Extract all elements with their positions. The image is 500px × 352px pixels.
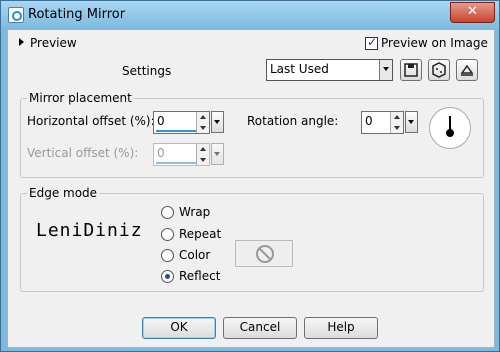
horizontal-offset-value: 0 bbox=[157, 114, 165, 128]
dial-center-icon bbox=[446, 129, 454, 137]
rotation-dial[interactable] bbox=[429, 107, 471, 149]
randomize-button[interactable] bbox=[428, 59, 450, 81]
dialog-window: Rotating Mirror ✕ Preview ✓ Preview on I… bbox=[0, 0, 500, 352]
spin-arrows-icon[interactable] bbox=[196, 112, 209, 133]
title-bar[interactable]: Rotating Mirror ✕ bbox=[1, 1, 499, 28]
settings-label: Settings bbox=[122, 64, 172, 78]
save-icon bbox=[404, 63, 418, 77]
rotation-angle-input[interactable]: 0 bbox=[361, 111, 404, 134]
edge-mode-wrap-radio[interactable] bbox=[161, 206, 174, 219]
dialog-body: Preview ✓ Preview on Image Settings Last… bbox=[7, 29, 495, 348]
slider-bar[interactable] bbox=[156, 130, 196, 132]
chevron-down-icon[interactable] bbox=[379, 60, 392, 80]
preview-on-image-checkbox[interactable]: ✓ bbox=[365, 35, 378, 50]
close-button[interactable]: ✕ bbox=[450, 2, 495, 23]
rotation-angle-label: Rotation angle: bbox=[247, 114, 339, 128]
spin-arrows-icon[interactable] bbox=[196, 144, 209, 165]
save-preset-button[interactable] bbox=[400, 59, 422, 81]
reset-icon bbox=[460, 64, 474, 76]
edge-mode-reflect-radio[interactable] bbox=[161, 270, 174, 283]
edge-mode-group: Edge mode Wrap Repeat Color Reflect bbox=[20, 186, 484, 292]
spin-arrows-icon[interactable] bbox=[390, 112, 403, 133]
vertical-offset-value: 0 bbox=[157, 146, 165, 160]
expand-arrow-icon[interactable] bbox=[19, 38, 24, 46]
slider-bar[interactable] bbox=[156, 162, 196, 164]
ok-button[interactable]: OK bbox=[142, 317, 216, 339]
checkmark-icon: ✓ bbox=[367, 35, 378, 49]
window-title: Rotating Mirror bbox=[28, 7, 126, 22]
edge-color-swatch[interactable] bbox=[235, 240, 293, 267]
vertical-offset-dropdown[interactable] bbox=[211, 143, 224, 165]
edge-mode-color-radio[interactable] bbox=[161, 249, 174, 262]
preview-toggle-label[interactable]: Preview bbox=[30, 36, 77, 50]
help-button[interactable]: Help bbox=[304, 317, 378, 339]
horizontal-offset-input[interactable]: 0 bbox=[153, 111, 210, 134]
vertical-offset-label: Vertical offset (%): bbox=[27, 146, 139, 160]
horizontal-offset-dropdown[interactable] bbox=[211, 111, 224, 133]
rotation-angle-dropdown[interactable] bbox=[405, 111, 418, 133]
app-icon bbox=[8, 7, 24, 23]
signature-logo: LeniDiniz bbox=[36, 220, 143, 241]
mirror-placement-legend: Mirror placement bbox=[27, 91, 134, 105]
vertical-offset-input[interactable]: 0 bbox=[153, 143, 210, 166]
settings-select[interactable]: Last Used bbox=[266, 59, 393, 81]
no-color-icon bbox=[256, 245, 274, 263]
horizontal-offset-label: Horizontal offset (%): bbox=[27, 114, 155, 128]
settings-select-value: Last Used bbox=[270, 62, 329, 76]
reset-button[interactable] bbox=[456, 59, 478, 81]
rotation-angle-value: 0 bbox=[365, 114, 373, 128]
cancel-button[interactable]: Cancel bbox=[223, 317, 297, 339]
edge-mode-repeat-label[interactable]: Repeat bbox=[179, 227, 221, 241]
edge-mode-color-label[interactable]: Color bbox=[179, 248, 210, 262]
cube-icon bbox=[432, 62, 446, 78]
mirror-placement-group: Mirror placement Horizontal offset (%): … bbox=[20, 91, 484, 178]
edge-mode-reflect-label[interactable]: Reflect bbox=[179, 269, 220, 283]
edge-mode-legend: Edge mode bbox=[27, 186, 100, 200]
preview-on-image-label: Preview on Image bbox=[381, 36, 488, 50]
edge-mode-wrap-label[interactable]: Wrap bbox=[179, 205, 210, 219]
edge-mode-repeat-radio[interactable] bbox=[161, 228, 174, 241]
